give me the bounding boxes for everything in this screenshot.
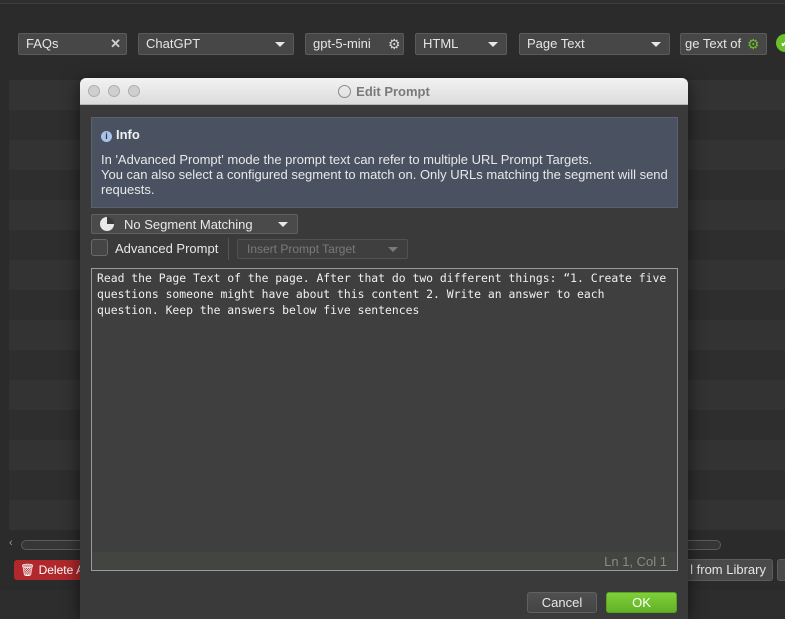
prompt-field-value: ge Text of (685, 36, 742, 51)
segment-select[interactable]: No Segment Matching (91, 214, 298, 234)
trash-icon: 🗑 (20, 563, 36, 577)
prompt-name-value: FAQs (26, 36, 59, 51)
dialog-title: Edit Prompt (356, 84, 430, 99)
cancel-button[interactable]: Cancel (527, 592, 597, 613)
cursor-position: Ln 1, Col 1 (604, 554, 667, 569)
format-select[interactable]: HTML (415, 33, 507, 55)
info-icon: i (101, 131, 112, 142)
segment-value: No Segment Matching (124, 217, 253, 232)
dialog-title-wrap: Edit Prompt (80, 78, 688, 105)
prompt-text-editor[interactable]: Read the Page Text of the page. After th… (91, 268, 678, 571)
edge-button[interactable] (777, 559, 785, 581)
editor-status-bar: Ln 1, Col 1 (92, 552, 677, 570)
prompt-config-toolbar: FAQs ✕ ChatGPT gpt-5-mini ⚙ HTML Page Te… (0, 22, 785, 68)
dialog-titlebar[interactable]: Edit Prompt (80, 78, 688, 105)
library-label: l from Library (690, 562, 766, 577)
info-heading: Info (116, 127, 140, 142)
model-value: gpt-5-mini (313, 36, 371, 51)
clear-icon[interactable]: ✕ (110, 34, 121, 54)
format-value: HTML (423, 36, 459, 51)
prompt-gear-icon[interactable]: ⚙ (747, 34, 760, 54)
model-field[interactable]: gpt-5-mini ⚙ (305, 33, 404, 55)
window-top-edge (0, 0, 785, 4)
info-line-2: You can also select a configured segment… (101, 167, 668, 197)
pie-chart-icon (100, 217, 114, 231)
insert-prompt-target-label: Insert Prompt Target (247, 242, 356, 256)
info-heading-wrap: i Info (101, 127, 140, 142)
ok-button[interactable]: OK (606, 592, 677, 613)
advanced-prompt-label: Advanced Prompt (115, 241, 219, 256)
source-select[interactable]: Page Text (519, 33, 670, 55)
info-panel: i Info In 'Advanced Prompt' mode the prom… (91, 117, 678, 208)
prompt-name-field[interactable]: FAQs ✕ (18, 33, 127, 55)
provider-select[interactable]: ChatGPT (138, 33, 294, 55)
info-line-1: In 'Advanced Prompt' mode the prompt tex… (101, 152, 593, 167)
add-from-library-button[interactable]: l from Library (680, 559, 773, 581)
prompt-field[interactable]: ge Text of ⚙ (680, 33, 767, 55)
insert-prompt-target-select: Insert Prompt Target (237, 239, 408, 259)
model-gear-icon[interactable]: ⚙ (388, 34, 401, 54)
edit-prompt-dialog: Edit Prompt i Info In 'Advanced Prompt' m… (80, 78, 688, 619)
prompt-text[interactable]: Read the Page Text of the page. After th… (97, 270, 673, 318)
provider-value: ChatGPT (146, 36, 201, 51)
app-logo-icon (338, 85, 352, 98)
source-value: Page Text (527, 36, 585, 51)
toolbar-divider (228, 238, 229, 260)
advanced-prompt-checkbox[interactable] (91, 239, 108, 256)
delete-label: Delete A (38, 563, 84, 577)
scroll-left-icon[interactable]: ‹ (9, 537, 13, 549)
